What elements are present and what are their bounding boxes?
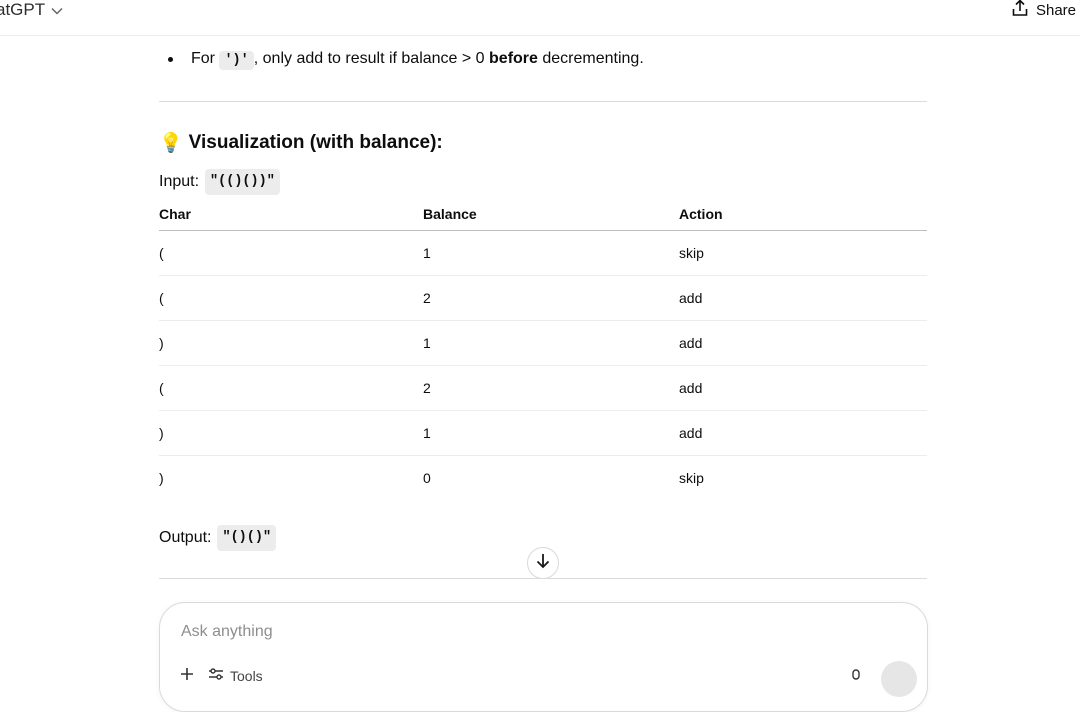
divider [159,101,927,102]
chevron-down-icon [51,0,63,20]
share-button[interactable]: Share [1012,0,1076,21]
top-bar: atGPT Share [0,0,1080,36]
action-cell: skip [679,230,927,276]
output-label: Output: [159,529,212,546]
balance-cell: 2 [423,365,679,411]
table-row: ) 0 skip [159,455,927,500]
char-cell: ( [159,230,423,276]
action-cell: add [679,410,927,456]
scroll-to-bottom-button[interactable] [527,547,559,579]
char-cell: ( [159,275,423,321]
action-cell: skip [679,469,704,486]
section-heading: 💡 Visualization (with balance): [159,131,443,155]
column-header: Balance [423,200,679,231]
table-row: ( 1 skip [159,230,927,276]
input-code: "(()())" [205,169,280,195]
share-label: Share [1035,1,1076,19]
model-label: atGPT [0,0,46,19]
column-header: Char [159,200,423,231]
input-label: Input: [159,173,200,190]
balance-cell: 0 [423,469,431,486]
lightbulb-icon: 💡 [159,133,183,154]
table-header-row: Char Balance Action [159,200,927,231]
table-row: ) 1 add [159,320,927,366]
voice-mode-button[interactable] [881,661,917,697]
inline-code: ')' [219,51,254,70]
char-cell: ) [159,320,423,366]
balance-cell: 1 [423,230,679,276]
model-switcher[interactable]: atGPT [0,0,63,21]
bullet-dot [168,57,173,62]
action-cell: add [679,320,927,366]
table-row: ( 2 add [159,275,927,321]
action-cell: add [679,275,927,321]
visualization-table: Char Balance Action ( 1 skip ( 2 add ) 1… [159,200,927,500]
microphone-icon[interactable] [850,669,862,690]
message-input[interactable]: Ask anything [181,623,273,641]
list-item-text: For ')', only add to result if balance >… [191,50,644,70]
char-cell: ( [159,365,423,411]
section-title: Visualization (with balance): [188,132,443,153]
column-header: Action [679,200,927,231]
output-code: "()()" [217,525,277,551]
share-icon [1012,0,1028,21]
balance-cell: 2 [423,275,679,321]
arrow-down-icon [535,552,551,575]
chat-composer[interactable]: Ask anything Tools [159,602,928,712]
char-cell: ) [159,410,423,456]
table-row: ( 2 add [159,365,927,411]
action-cell: add [679,365,927,411]
balance-cell: 1 [423,320,679,366]
balance-cell: 1 [423,410,679,456]
table-row: ) 1 add [159,410,927,456]
output-line: Output: "()()" [159,525,277,551]
char-cell: ) [159,469,164,486]
input-line: Input: "(()())" [159,169,280,195]
